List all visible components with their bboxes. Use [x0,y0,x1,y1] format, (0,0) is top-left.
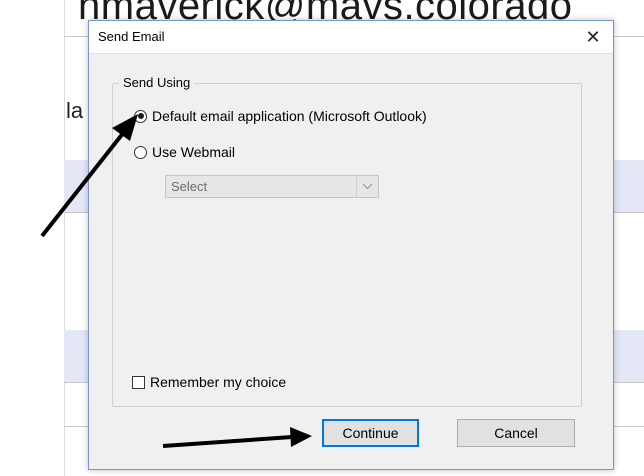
close-button[interactable]: ✕ [573,21,613,53]
chevron-down-icon[interactable] [356,176,378,197]
radio-default-email-app-label: Default email application (Microsoft Out… [152,108,427,124]
remember-choice-checkbox[interactable]: Remember my choice [132,374,286,390]
radio-unchecked-icon[interactable] [134,145,147,159]
radio-checked-icon[interactable] [134,109,147,123]
checkbox-unchecked-icon[interactable] [132,375,145,389]
send-email-dialog: Send Email ✕ Send Using Default email ap… [88,20,614,470]
webmail-select-value: Select [171,179,208,194]
dialog-titlebar: Send Email ✕ [89,21,613,54]
continue-button[interactable]: Continue [322,419,419,447]
radio-default-email-app[interactable]: Default email application (Microsoft Out… [134,108,427,124]
send-using-groupbox [112,83,582,407]
dialog-title: Send Email [98,29,165,44]
webmail-select[interactable]: Select [165,175,379,198]
remember-choice-label: Remember my choice [150,374,287,390]
radio-use-webmail-label: Use Webmail [152,144,235,160]
background-text-fragment: la [66,98,84,123]
radio-use-webmail[interactable]: Use Webmail [134,144,235,160]
background-left-border [64,0,65,476]
close-icon: ✕ [585,26,601,47]
send-using-legend: Send Using [119,75,195,90]
cancel-button[interactable]: Cancel [457,419,575,447]
